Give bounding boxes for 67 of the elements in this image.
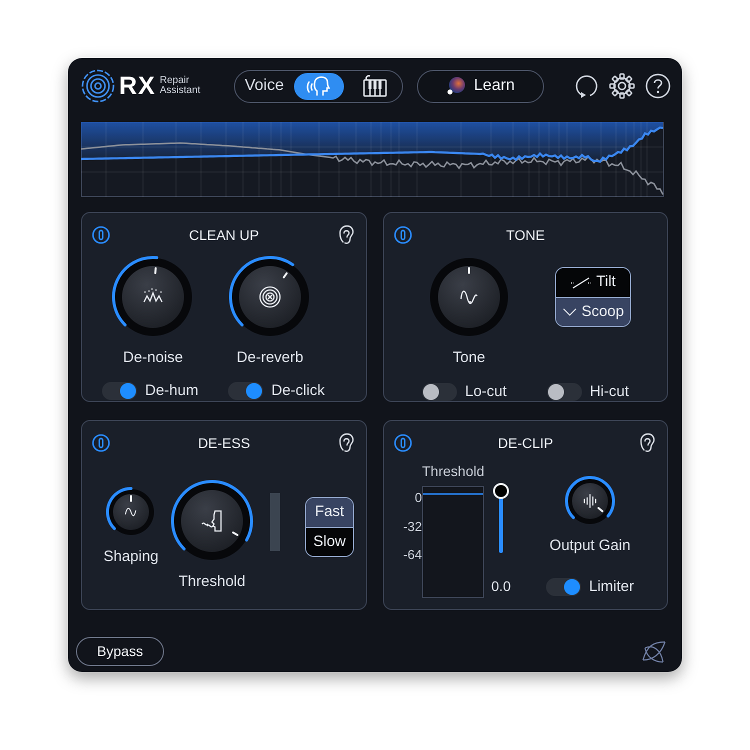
- knob[interactable]: [105, 486, 157, 538]
- listen-button[interactable]: [338, 433, 354, 453]
- ear-icon: [639, 433, 655, 453]
- power-icon: [394, 434, 412, 452]
- power-button[interactable]: [394, 434, 412, 452]
- knob[interactable]: [170, 479, 254, 563]
- toggle-label: Lo-cut: [465, 382, 507, 402]
- voice-head-icon: [306, 74, 332, 98]
- toggle-label: Hi-cut: [590, 382, 629, 402]
- toggle-label: Limiter: [588, 576, 634, 596]
- mode-label: Voice: [244, 76, 285, 96]
- toggle-switch[interactable]: [228, 382, 264, 400]
- help-icon: [645, 73, 671, 99]
- toggle-switch[interactable]: [102, 382, 137, 400]
- tilt-curve-icon: [570, 276, 592, 290]
- knob[interactable]: [564, 475, 616, 527]
- power-button[interactable]: [92, 434, 110, 452]
- refresh-icon: [573, 73, 599, 99]
- scale-label: -32: [403, 518, 422, 536]
- help-button[interactable]: [645, 73, 671, 99]
- power-icon: [394, 226, 412, 244]
- knob-label: De-reverb: [236, 348, 304, 368]
- logo-text: RX: [119, 74, 156, 98]
- logo-subtitle: Repair Assistant: [160, 76, 202, 96]
- orb-icon: [446, 76, 466, 96]
- knob[interactable]: [228, 255, 312, 339]
- settings-button[interactable]: [609, 73, 635, 99]
- ear-icon: [338, 225, 354, 245]
- mode-toggle[interactable]: Fast: [306, 498, 353, 527]
- mode-toggle[interactable]: Slow: [306, 527, 353, 556]
- power-icon: [92, 226, 110, 244]
- slider-thumb[interactable]: [493, 483, 509, 499]
- panel-title: TONE: [505, 226, 546, 244]
- knob[interactable]: [111, 255, 195, 339]
- listen-button[interactable]: [338, 225, 354, 245]
- threshold-value: 0.0: [491, 577, 511, 596]
- power-button[interactable]: [394, 226, 412, 244]
- knob-label: Tone: [452, 348, 486, 368]
- meter-bar: [270, 493, 280, 551]
- knob-label: Threshold: [178, 572, 246, 592]
- learn-button[interactable]: Learn: [416, 70, 544, 102]
- knob-label: De-noise: [122, 348, 184, 368]
- listen-button[interactable]: [639, 433, 655, 453]
- power-icon: [92, 434, 110, 452]
- ear-icon: [338, 433, 354, 453]
- bypass-button[interactable]: Bypass: [76, 636, 164, 666]
- scale-label: -64: [403, 546, 422, 564]
- toggle-switch[interactable]: [546, 578, 581, 596]
- toggle-switch[interactable]: [422, 382, 457, 401]
- threshold-label: Threshold: [422, 462, 486, 481]
- mode-toggle[interactable]: Scoop: [556, 297, 630, 326]
- mode-tab[interactable]: [294, 72, 344, 100]
- scale-label: 0: [414, 489, 422, 507]
- knob-label: Shaping: [103, 547, 159, 567]
- settings-icon: [609, 73, 635, 99]
- power-button[interactable]: [92, 226, 110, 244]
- toggle-label: De-hum: [145, 380, 198, 400]
- mode-toggle[interactable]: Tilt: [556, 268, 630, 297]
- toggle-label: De-click: [271, 380, 325, 400]
- toggle-switch[interactable]: [546, 382, 582, 401]
- piano-keys-icon: [360, 74, 389, 98]
- rings-logo-icon: [81, 69, 115, 103]
- panel-title: DE-ESS: [196, 434, 252, 452]
- panel-title: CLEAN UP: [188, 226, 260, 244]
- knob-label: Output Gain: [550, 536, 630, 556]
- panel-title: DE-CLIP: [496, 434, 554, 452]
- refresh-button[interactable]: [573, 73, 599, 99]
